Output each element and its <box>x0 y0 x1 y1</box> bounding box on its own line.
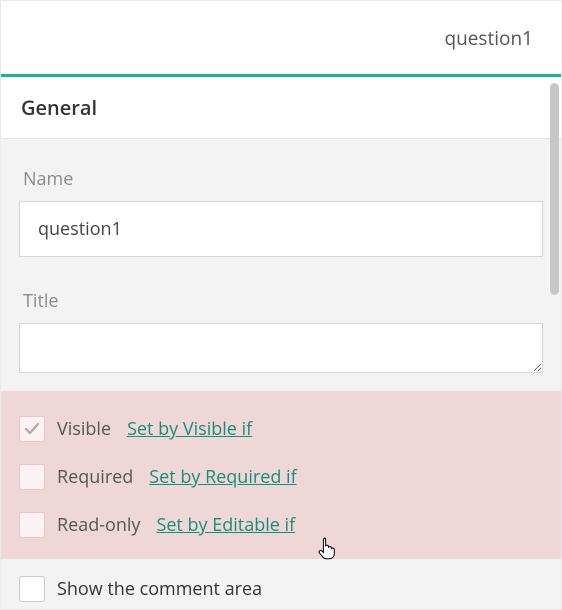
required-set-by-link[interactable]: Set by Required if <box>149 465 296 489</box>
scrollbar[interactable] <box>550 83 559 323</box>
property-panel: question1 General Name Title Visible Set… <box>0 0 562 610</box>
readonly-row: Read-only Set by Editable if <box>19 501 543 549</box>
visible-set-by-link[interactable]: Set by Visible if <box>127 417 252 441</box>
visible-label: Visible <box>57 417 111 441</box>
highlighted-options: Visible Set by Visible if Required Set b… <box>1 391 561 559</box>
check-icon <box>24 421 40 437</box>
required-checkbox[interactable] <box>19 464 45 490</box>
more-options: Show the comment area <box>19 559 543 610</box>
title-input[interactable] <box>19 323 543 373</box>
comment-row: Show the comment area <box>19 565 543 610</box>
visible-checkbox[interactable] <box>19 416 45 442</box>
section-body: Name Title Visible Set by Visible if <box>1 139 561 609</box>
comment-checkbox[interactable] <box>19 576 45 602</box>
panel-header: question1 <box>1 1 561 77</box>
required-label: Required <box>57 465 133 489</box>
section-header-general[interactable]: General <box>1 77 561 139</box>
name-label: Name <box>23 167 539 191</box>
question-title: question1 <box>444 25 533 51</box>
scrollbar-thumb[interactable] <box>550 83 559 295</box>
readonly-label: Read-only <box>57 513 140 537</box>
readonly-checkbox[interactable] <box>19 512 45 538</box>
visible-row: Visible Set by Visible if <box>19 405 543 453</box>
name-input[interactable] <box>19 201 543 257</box>
comment-label: Show the comment area <box>57 577 262 601</box>
readonly-set-by-link[interactable]: Set by Editable if <box>156 513 295 537</box>
required-row: Required Set by Required if <box>19 453 543 501</box>
section-title: General <box>21 94 97 121</box>
title-label: Title <box>23 289 539 313</box>
